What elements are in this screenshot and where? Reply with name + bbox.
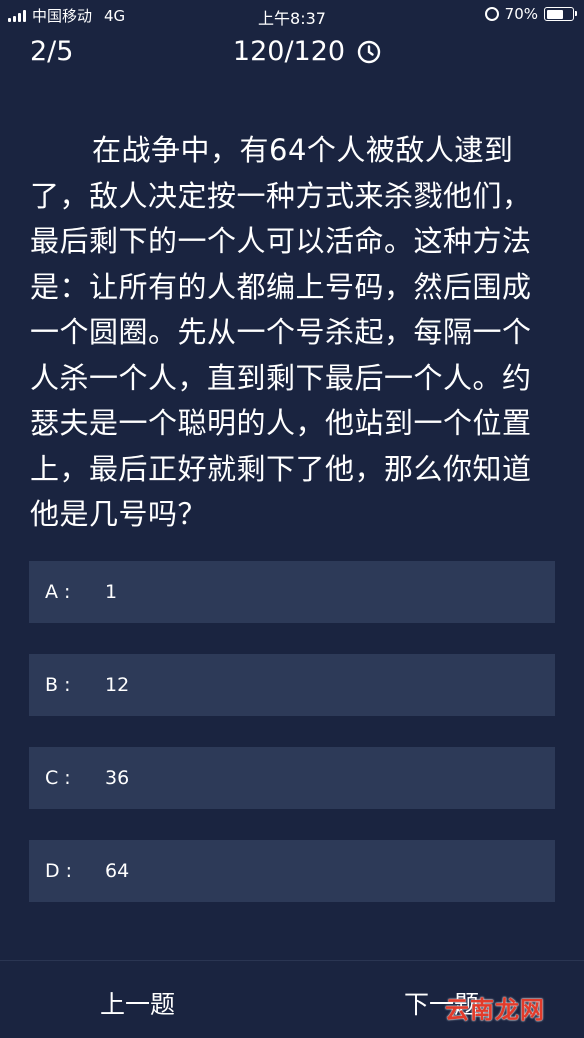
alarm-icon — [484, 7, 499, 21]
answer-options: A : 1 B : 12 C : 36 D : 64 — [29, 561, 555, 933]
option-letter: B : — [45, 674, 71, 696]
battery-percent: 70% — [504, 5, 538, 23]
quiz-header: 2/5 120/120 — [0, 34, 584, 74]
watermark-logo: 云南龙网 — [445, 996, 545, 1024]
timer-value: 120/120 — [232, 36, 346, 67]
status-bar: 中国移动 4G 上午8:37 70% — [0, 0, 584, 30]
option-letter: A : — [45, 581, 71, 603]
battery-icon — [544, 7, 577, 21]
option-letter: C : — [45, 767, 71, 789]
clock-icon — [357, 40, 381, 63]
question-text: 在战争中，有64个人被敌人逮到了，敌人决定按一种方式来杀戮他们，最后剩下的一个人… — [30, 133, 532, 531]
option-c[interactable]: C : 36 — [29, 747, 555, 809]
option-value: 1 — [105, 581, 118, 603]
option-value: 64 — [105, 860, 130, 882]
option-b[interactable]: B : 12 — [29, 654, 555, 716]
option-letter: D : — [45, 860, 73, 882]
status-right: 70% — [484, 5, 577, 23]
option-a[interactable]: A : 1 — [29, 561, 555, 623]
battery-fill — [546, 9, 564, 19]
option-value: 36 — [105, 767, 130, 789]
previous-question-button[interactable]: 上一题 — [100, 985, 175, 1021]
option-d[interactable]: D : 64 — [29, 840, 555, 902]
timer: 120/120 — [0, 36, 584, 67]
option-value: 12 — [105, 674, 130, 696]
